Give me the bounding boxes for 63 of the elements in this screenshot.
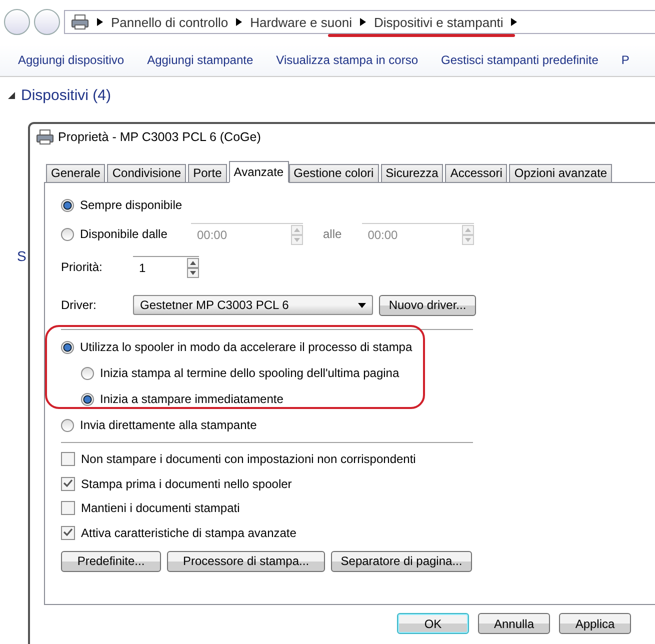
radio-label: Inizia stampa al termine dello spooling dell'ultima pagina bbox=[100, 366, 400, 380]
toolbar-item[interactable]: Visualizza stampa in corso bbox=[276, 53, 418, 67]
forward-button[interactable] bbox=[34, 9, 60, 35]
new-driver-button[interactable]: Nuovo driver... bbox=[379, 294, 476, 316]
radio-button[interactable] bbox=[61, 340, 74, 354]
radio-button[interactable] bbox=[61, 418, 74, 432]
toolbar-item[interactable]: Gestisci stampanti predefinite bbox=[441, 53, 598, 67]
breadcrumb-item[interactable]: Hardware e suoni bbox=[250, 14, 352, 30]
arrow-icon bbox=[97, 18, 103, 26]
dialog-button[interactable]: Predefinite... bbox=[61, 550, 161, 572]
breadcrumb-item[interactable]: Pannello di controllo bbox=[111, 14, 228, 30]
section-title: Dispositivi (4) bbox=[21, 87, 112, 104]
checkbox[interactable] bbox=[61, 526, 75, 540]
tab[interactable]: Generale bbox=[46, 164, 106, 182]
checkbox-label: Mantieni i documenti stampati bbox=[81, 501, 240, 516]
checkbox-label: Attiva caratteristiche di stampa avanzate bbox=[81, 526, 296, 540]
arrow-icon bbox=[511, 18, 518, 26]
dialog-button[interactable]: Separatore di pagina... bbox=[331, 550, 472, 572]
printer-icon bbox=[71, 14, 89, 30]
dialog-title: Proprietà - MP C3003 PCL 6 (CoGe) bbox=[58, 130, 261, 144]
toolbar-item[interactable]: P bbox=[621, 53, 630, 67]
checkbox[interactable] bbox=[61, 501, 75, 516]
back-button[interactable] bbox=[4, 9, 30, 35]
breadcrumb-item[interactable]: Dispositivi e stampanti bbox=[374, 14, 504, 30]
caret-icon bbox=[358, 302, 366, 308]
tab[interactable]: Porte bbox=[188, 164, 227, 182]
section-title: S bbox=[17, 248, 26, 264]
address-bar[interactable]: Pannello di controllo Hardware e suoni Dispositivi e stampanti bbox=[64, 10, 655, 34]
printer-icon bbox=[36, 129, 54, 145]
tab[interactable]: Opzioni avanzate bbox=[509, 164, 612, 182]
collapse-icon[interactable] bbox=[8, 92, 15, 99]
radio-label: Disponibile dalle bbox=[80, 227, 168, 241]
toolbar-item[interactable]: Aggiungi stampante bbox=[147, 53, 254, 67]
tab[interactable]: Sicurezza bbox=[380, 164, 444, 182]
radio-label: Inizia a stampare immediatamente bbox=[100, 392, 284, 406]
arrow-icon bbox=[360, 18, 366, 26]
tab[interactable]: Condivisione bbox=[107, 164, 186, 182]
tab[interactable]: Accessori bbox=[445, 164, 508, 182]
arrow-icon bbox=[236, 18, 242, 26]
footer-button[interactable]: Applica bbox=[559, 613, 631, 634]
spinner-icon[interactable] bbox=[187, 258, 199, 278]
checkbox-label: Non stampare i documenti con impostazioni non corrispondenti bbox=[81, 452, 416, 466]
time-separator: alle bbox=[323, 227, 342, 241]
driver-label: Driver: bbox=[61, 298, 98, 312]
checkbox[interactable] bbox=[61, 452, 75, 466]
radio-label: Sempre disponibile bbox=[80, 198, 182, 212]
driver-dropdown[interactable]: Gestetner MP C3003 PCL 6 bbox=[133, 295, 373, 315]
footer-button[interactable]: Annulla bbox=[478, 613, 550, 634]
radio-button[interactable] bbox=[61, 198, 74, 212]
radio-button[interactable] bbox=[81, 366, 94, 380]
radio-label: Utilizza lo spooler in modo da accelerare il processo di stampa bbox=[80, 340, 412, 354]
radio-button[interactable] bbox=[81, 392, 94, 406]
radio-button[interactable] bbox=[61, 228, 74, 240]
tab[interactable]: Gestione colori bbox=[288, 164, 379, 182]
checkbox[interactable] bbox=[61, 476, 75, 491]
radio-label: Invia direttamente alla stampante bbox=[80, 418, 257, 432]
dialog-button[interactable]: Processore di stampa... bbox=[167, 550, 325, 572]
footer-button[interactable]: OK bbox=[397, 613, 469, 634]
tab[interactable]: Avanzate bbox=[228, 161, 289, 183]
priority-field[interactable]: 1 bbox=[133, 256, 199, 278]
checkbox-label: Stampa prima i documenti nello spooler bbox=[81, 476, 292, 491]
priority-label: Priorità: bbox=[61, 260, 104, 274]
toolbar-item[interactable]: Aggiungi dispositivo bbox=[18, 53, 124, 67]
